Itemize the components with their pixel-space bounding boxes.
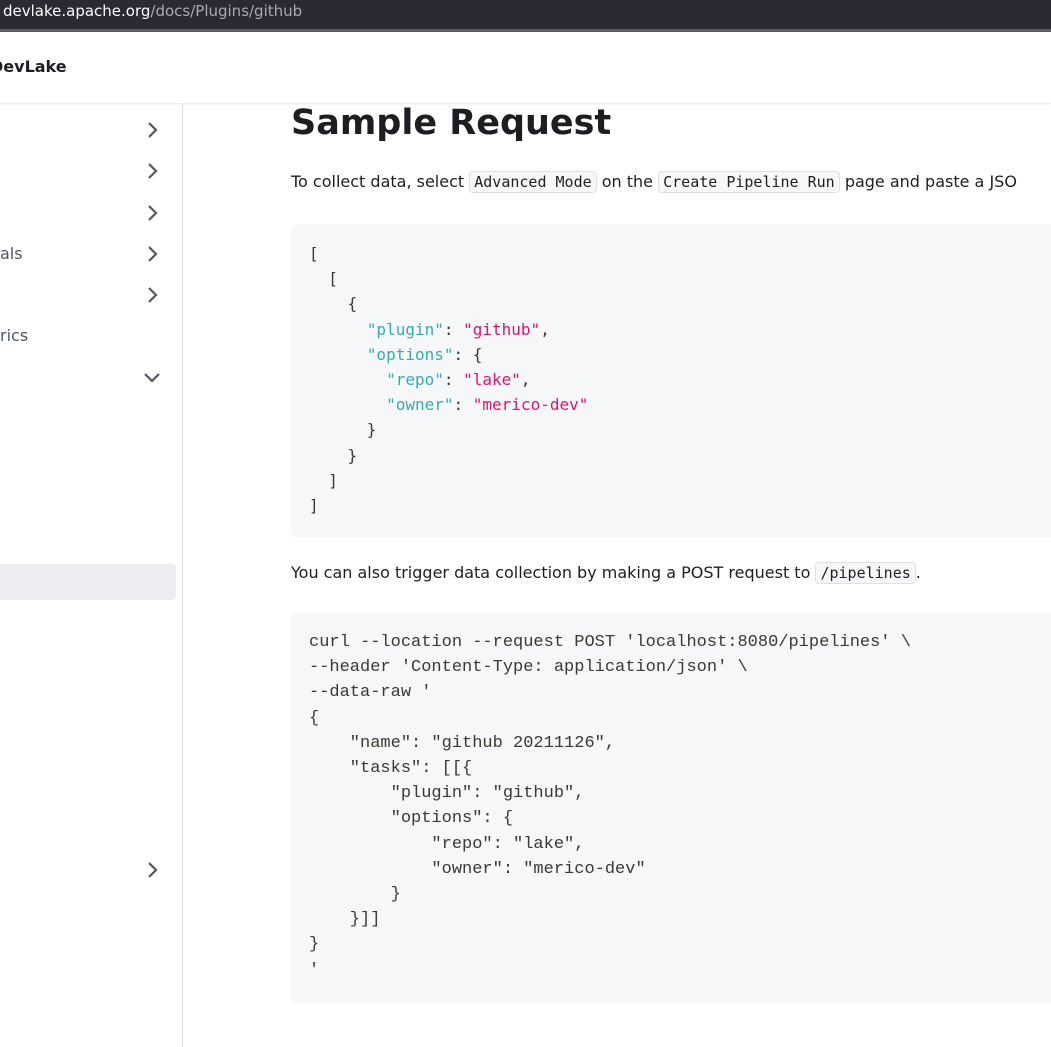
code-line: "options": { (309, 342, 588, 367)
docs-sidebar: als rics (0, 103, 183, 1047)
intro-text-1: To collect data, select (291, 172, 465, 191)
code-punctuation: : (443, 370, 464, 390)
code-punctuation: { (309, 294, 358, 314)
chevron-right-icon[interactable] (142, 244, 162, 264)
code-punctuation: } (309, 445, 358, 465)
code-line: } (309, 935, 320, 955)
intro-paragraph: To collect data, select Advanced Mode on… (291, 171, 1017, 193)
intro-text-2: on the (601, 172, 654, 191)
inline-code-advanced-mode: Advanced Mode (469, 171, 597, 193)
code-line: ] (309, 468, 588, 493)
code-line: [ (309, 266, 588, 291)
code-punctuation (309, 395, 386, 414)
inline-code-create-pipeline-run: Create Pipeline Run (658, 171, 840, 193)
chevron-right-icon[interactable] (142, 203, 162, 223)
code-key: "repo" (386, 370, 444, 390)
code-line: "repo": "lake", (309, 834, 585, 854)
post-paragraph: You can also trigger data collection by … (291, 562, 921, 584)
url-host: devlake.apache.org (3, 2, 151, 20)
sidebar-item-4[interactable]: als (0, 244, 23, 263)
code-line: { (309, 708, 320, 728)
code-line: "options": { (309, 809, 514, 829)
code-key: "options" (366, 344, 454, 364)
code-line: } (309, 885, 401, 905)
curl-code: curl --location --request POST 'localhos… (309, 630, 911, 983)
code-line: "repo": "lake", (309, 367, 588, 392)
code-punctuation: : (443, 319, 464, 339)
code-line: ' (309, 960, 320, 980)
top-navbar: DevLake (0, 35, 1051, 103)
page-title: Sample Request (291, 103, 612, 143)
chevron-right-icon[interactable] (142, 860, 162, 880)
sidebar-active-item[interactable] (0, 564, 176, 600)
code-punctuation (309, 345, 367, 364)
code-line: "name": "github 20211126", (309, 733, 616, 753)
code-line: "owner": "merico-dev" (309, 392, 588, 417)
code-string: "github" (463, 319, 541, 339)
code-string: "lake" (463, 370, 521, 390)
code-punctuation (309, 370, 386, 389)
code-line: "plugin": "github", (309, 317, 588, 342)
chevron-right-icon[interactable] (142, 285, 162, 305)
code-punctuation: ] (309, 470, 338, 490)
code-line: --data-raw ' (309, 683, 432, 703)
chevron-down-icon[interactable] (142, 367, 162, 387)
post-text-2: . (915, 563, 921, 582)
code-punctuation: } (309, 420, 377, 440)
code-key: "owner" (386, 395, 454, 415)
url-text[interactable]: devlake.apache.org/docs/Plugins/github (3, 1, 302, 21)
sidebar-item-6[interactable]: rics (0, 326, 28, 345)
post-text-1: You can also trigger data collection by … (291, 563, 811, 582)
code-line: { (309, 291, 588, 316)
code-punctuation: [ (309, 244, 319, 263)
code-punctuation: , (540, 319, 550, 339)
code-punctuation (309, 320, 367, 339)
code-key: "plugin" (366, 319, 444, 339)
code-punctuation: , (520, 370, 531, 390)
intro-text-3: page and paste a JSO (844, 172, 1017, 191)
code-punctuation: ] (309, 496, 319, 516)
code-line: } (309, 443, 588, 468)
doc-content: Sample Request To collect data, select A… (291, 103, 1051, 1047)
code-line: }]] (309, 910, 381, 930)
code-punctuation: : { (453, 344, 483, 364)
json-code: [ [ { "plugin": "github", "options": { "… (309, 241, 588, 518)
code-line: } (309, 417, 588, 442)
code-line: [ (309, 241, 588, 266)
browser-url-bar[interactable]: devlake.apache.org/docs/Plugins/github (0, 0, 1051, 32)
code-line: ] (309, 493, 588, 518)
inline-code-pipelines: /pipelines (815, 562, 916, 584)
chevron-right-icon[interactable] (142, 161, 162, 181)
code-line: "plugin": "github", (309, 784, 585, 804)
chevron-right-icon[interactable] (142, 120, 162, 140)
curl-code-block[interactable]: curl --location --request POST 'localhos… (291, 613, 1051, 1003)
code-line: "owner": "merico-dev" (309, 859, 646, 879)
code-line: curl --location --request POST 'localhos… (309, 633, 911, 652)
url-path: /docs/Plugins/github (150, 2, 303, 20)
code-string: "merico-dev" (472, 395, 589, 415)
code-line: "tasks": [[{ (309, 759, 473, 779)
code-punctuation: : (453, 395, 473, 415)
code-punctuation: [ (309, 269, 338, 289)
json-code-block[interactable]: [ [ { "plugin": "github", "options": { "… (291, 224, 1051, 537)
code-line: --header 'Content-Type: application/json… (309, 658, 748, 678)
brand-logo-text[interactable]: DevLake (0, 57, 67, 76)
